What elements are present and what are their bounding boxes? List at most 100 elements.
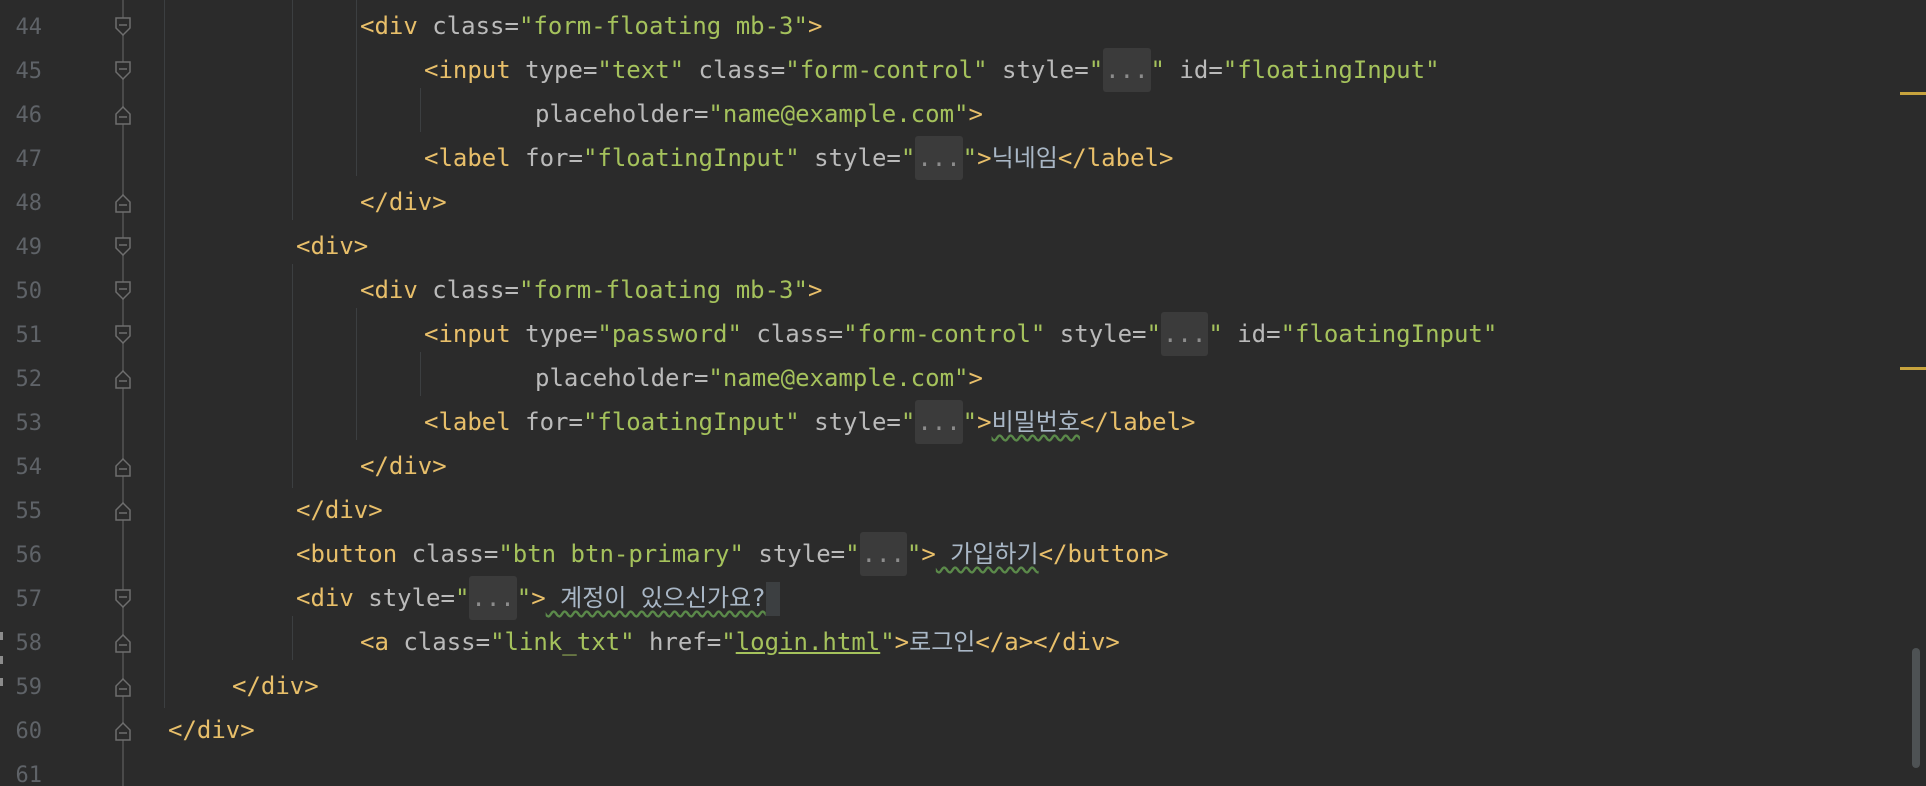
code-line-52[interactable]: placeholder="name@example.com"> [535,356,983,400]
token-value: " [845,540,860,568]
folded-region[interactable]: ... [1103,48,1151,92]
token-tag: > [977,144,992,172]
code-line-51[interactable]: <input type="password" class="form-contr… [424,312,1497,356]
token-attr: class= [741,320,844,348]
code-line-47[interactable]: <label for="floatingInput" style="...">닉… [424,136,1173,180]
code-line-48[interactable]: </div> [360,180,447,224]
code-line-55[interactable]: </div> [296,488,383,532]
line-number: 47 [15,147,43,172]
code-line-45[interactable]: <input type="text" class="form-control" … [424,48,1440,92]
token-value: " [1208,320,1223,348]
token-tag: > [921,540,936,568]
line-number: 60 [15,719,43,744]
token-value: "form-floating mb-3" [518,276,808,304]
token-value: " [721,628,736,656]
line-number: 46 [15,103,43,128]
token-value: "password" [597,320,742,348]
token-tag: </div> [168,716,255,744]
fold-open-icon[interactable] [114,280,132,302]
code-line-46[interactable]: placeholder="name@example.com"> [535,92,983,136]
fold-close-icon[interactable] [114,500,132,522]
code-line-59[interactable]: </div> [232,664,319,708]
vertical-scrollbar[interactable] [1912,648,1920,768]
indent-guide [356,308,357,440]
fold-open-icon[interactable] [114,60,132,82]
token-text: 닉네임 [991,144,1058,172]
token-attr: class= [397,540,499,568]
token-value: " [906,540,922,568]
code-line-58[interactable]: <a class="link_txt" href="login.html">로그… [360,620,1120,664]
editor-gutter: 44 45 46 47 48 49 50 51 52 53 54 55 56 5… [0,0,160,786]
token-tag: <a [360,628,389,656]
token-value: " [900,408,916,436]
href-link[interactable]: login.html [736,628,881,656]
token-tag: > [807,276,823,304]
token-value: "form-floating mb-3" [518,12,808,40]
token-tag: <button [296,540,398,568]
token-text: 비밀번호 [991,408,1080,436]
folded-region[interactable]: ... [1160,312,1209,356]
indent-guide [420,352,421,396]
token-tag: </label> [1057,144,1174,172]
line-number: 56 [15,543,43,568]
line-number: 53 [15,411,43,436]
fold-close-icon[interactable] [114,632,132,654]
indent-guide [292,264,293,488]
code-line-49[interactable]: <div> [296,224,368,268]
warning-stripe-marker[interactable] [1900,92,1926,95]
token-tag: <input [424,56,511,84]
fold-open-icon[interactable] [114,236,132,258]
token-tag: > [531,584,546,612]
fold-open-icon[interactable] [114,16,132,38]
line-number: 55 [15,499,43,524]
folded-region[interactable]: ... [915,136,963,180]
token-value: "link_txt" [490,628,635,656]
fold-close-icon[interactable] [114,104,132,126]
error-marker-icon [0,628,4,688]
fold-close-icon[interactable] [114,368,132,390]
token-attr: for= [510,144,583,172]
fold-close-icon[interactable] [114,676,132,698]
folded-region[interactable]: ... [915,400,963,444]
token-attr: class= [684,56,786,84]
folded-region[interactable]: ... [859,532,907,576]
token-value: " [1150,56,1165,84]
fold-close-icon[interactable] [114,720,132,742]
token-attr: class= [388,628,491,656]
line-number: 61 [15,763,43,786]
line-number: 51 [15,323,43,348]
token-attr: id= [1164,56,1223,84]
code-line-50[interactable]: <div class="form-floating mb-3"> [360,268,822,312]
token-value: " [880,628,895,656]
token-attr: style= [987,56,1089,84]
code-editor[interactable]: 44 45 46 47 48 49 50 51 52 53 54 55 56 5… [0,0,1926,786]
warning-stripe-marker[interactable] [1900,367,1926,370]
token-attr: style= [799,408,901,436]
line-number: 45 [15,59,43,84]
token-tag: </label> [1079,408,1196,436]
indent-guide [292,616,293,660]
token-text: 계정이 있으신가요? [545,584,766,612]
token-attr: style= [743,540,846,568]
code-line-57[interactable]: <div style="..."> 계정이 있으신가요? [296,576,780,620]
token-value: " [516,584,532,612]
token-attr: placeholder= [535,100,709,128]
code-line-44[interactable]: <div class="form-floating mb-3"> [360,4,822,48]
token-attr: style= [1045,320,1147,348]
fold-open-icon[interactable] [114,588,132,610]
fold-open-icon[interactable] [114,324,132,346]
token-tag: <label [424,144,511,172]
code-line-54[interactable]: </div> [360,444,447,488]
code-line-56[interactable]: <button class="btn btn-primary" style=".… [296,532,1169,576]
code-line-60[interactable]: </div> [168,708,255,752]
folded-region[interactable]: ... [469,576,517,620]
line-number: 52 [15,367,43,392]
fold-close-icon[interactable] [114,192,132,214]
code-line-53[interactable]: <label for="floatingInput" style="...">비… [424,400,1196,444]
fold-close-icon[interactable] [114,456,132,478]
token-text: 로그인 [909,628,976,656]
indent-guide [356,0,357,176]
token-attr: type= [510,320,598,348]
token-tag: > [968,364,983,392]
token-value: " [454,584,470,612]
